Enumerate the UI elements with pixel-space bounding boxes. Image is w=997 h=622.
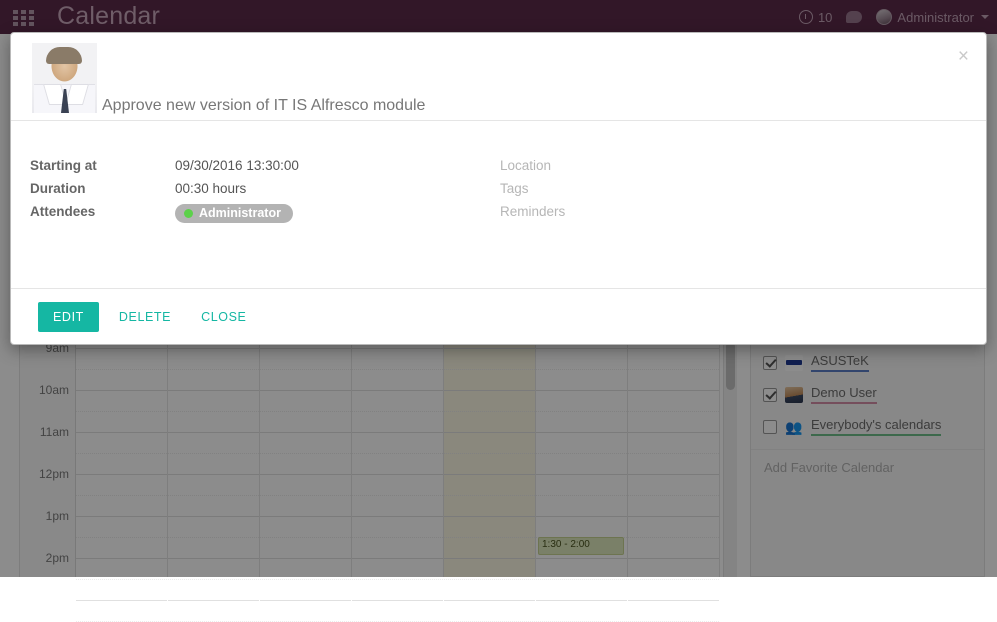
hour-gridline <box>536 600 627 601</box>
close-icon[interactable]: × <box>953 45 974 68</box>
hour-gridline <box>352 600 443 601</box>
field-label: Reminders <box>500 204 566 219</box>
field-value: Administrator <box>175 204 293 223</box>
field-label: Starting at <box>30 158 97 173</box>
hour-gridline <box>628 600 719 601</box>
hour-gridline <box>260 600 351 601</box>
attendee-name: Administrator <box>199 206 281 220</box>
hour-gridline <box>76 600 167 601</box>
page-title: Approve new version of IT IS Alfresco mo… <box>102 97 426 114</box>
delete-button[interactable]: DELETE <box>109 302 181 332</box>
field-label: Attendees <box>30 204 96 219</box>
attendee-badge[interactable]: Administrator <box>175 204 293 223</box>
field-label: Tags <box>500 181 529 196</box>
half-hour-gridline <box>444 579 535 580</box>
modal-header: Approve new version of IT IS Alfresco mo… <box>11 33 986 121</box>
field-attendees: Attendees Administrator <box>30 204 500 227</box>
field-tags: Tags <box>500 181 940 204</box>
field-location: Location <box>500 158 940 181</box>
modal-footer: EDIT DELETE CLOSE <box>11 288 986 345</box>
field-label: Duration <box>30 181 86 196</box>
field-value: 00:30 hours <box>175 181 247 196</box>
field-value: 09/30/2016 13:30:00 <box>175 158 299 173</box>
close-button[interactable]: CLOSE <box>191 302 256 332</box>
half-hour-gridline <box>628 579 719 580</box>
user-photo-avatar <box>32 43 97 113</box>
field-reminders: Reminders <box>500 204 940 227</box>
hour-gridline <box>168 600 259 601</box>
field-grid: Starting at 09/30/2016 13:30:00 Duration… <box>30 158 960 227</box>
half-hour-gridline <box>168 579 259 580</box>
modal-body: Starting at 09/30/2016 13:30:00 Duration… <box>11 121 986 288</box>
fields-right-column: Location Tags Reminders <box>500 158 940 227</box>
fields-left-column: Starting at 09/30/2016 13:30:00 Duration… <box>30 158 500 227</box>
half-hour-gridline <box>536 579 627 580</box>
field-label: Location <box>500 158 552 173</box>
hour-gridline <box>444 600 535 601</box>
half-hour-gridline <box>352 579 443 580</box>
half-hour-gridline <box>260 579 351 580</box>
edit-button[interactable]: EDIT <box>38 302 99 332</box>
status-dot-online-icon <box>184 208 193 218</box>
event-detail-modal: Approve new version of IT IS Alfresco mo… <box>10 32 987 345</box>
field-starting-at: Starting at 09/30/2016 13:30:00 <box>30 158 500 181</box>
half-hour-gridline <box>76 579 167 580</box>
field-duration: Duration 00:30 hours <box>30 181 500 204</box>
